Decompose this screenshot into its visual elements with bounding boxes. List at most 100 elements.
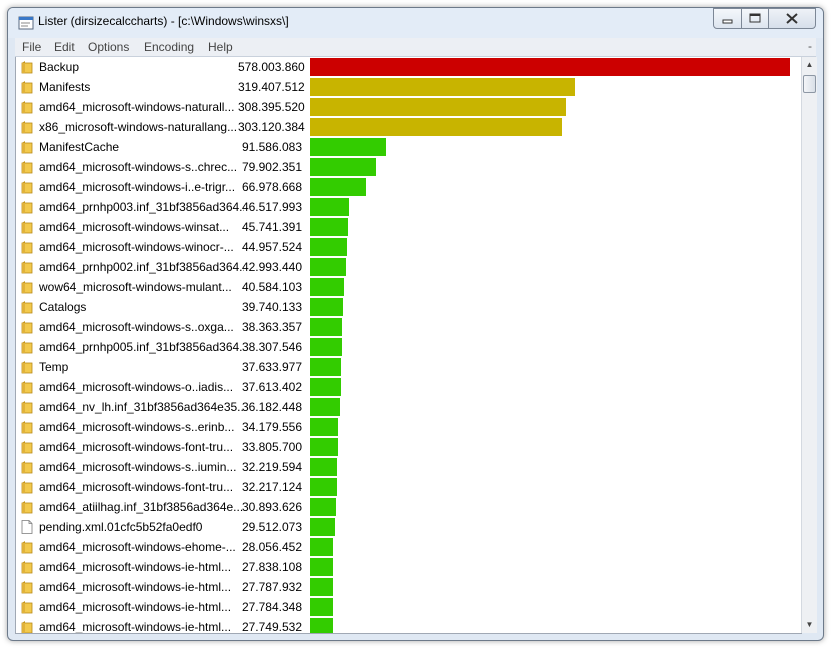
item-size: 30.893.626: [241, 500, 302, 514]
list-item[interactable]: ManifestCache 91.586.083: [16, 137, 801, 157]
folder-icon: [21, 100, 33, 114]
list-item[interactable]: pending.xml.01cfc5b52fa0edf0 29.512.073: [16, 517, 801, 537]
list-item[interactable]: Backup 578.003.860: [16, 57, 801, 77]
list-item[interactable]: amd64_microsoft-windows-font-tru... 32.21…: [16, 477, 801, 497]
menu-help[interactable]: Help: [208, 40, 233, 54]
list-item[interactable]: amd64_microsoft-windows-o..iadis... 37.61…: [16, 377, 801, 397]
folder-icon: [21, 180, 33, 194]
folder-icon: [21, 360, 33, 374]
item-size: 34.179.556: [241, 420, 302, 434]
item-size: 27.838.108: [241, 560, 302, 574]
size-bar: [310, 98, 566, 116]
list-item[interactable]: amd64_microsoft-windows-i..e-trigr... 66.…: [16, 177, 801, 197]
minimize-button[interactable]: [713, 8, 742, 29]
item-name: amd64_microsoft-windows-font-tru...: [39, 440, 234, 454]
list-item[interactable]: amd64_microsoft-windows-s..oxga... 38.363…: [16, 317, 801, 337]
size-bar: [310, 78, 575, 96]
list-item[interactable]: amd64_nv_lh.inf_31bf3856ad364e35... 36.18…: [16, 397, 801, 417]
menu-options[interactable]: Options: [88, 40, 129, 54]
item-size: 91.586.083: [241, 140, 302, 154]
folder-icon: [21, 320, 33, 334]
item-size: 27.749.532: [241, 620, 302, 634]
item-size: 578.003.860: [238, 60, 305, 74]
lister-window: Lister (dirsizecalccharts) - [c:\Windows…: [7, 7, 824, 641]
list-item[interactable]: amd64_microsoft-windows-ie-html... 27.749…: [16, 617, 801, 634]
size-chart-list[interactable]: Backup 578.003.860 Manifests 319.407.512 amd…: [15, 57, 802, 634]
item-name: amd64_microsoft-windows-i..e-trigr...: [39, 180, 236, 194]
scroll-thumb[interactable]: [803, 75, 816, 93]
list-item[interactable]: amd64_microsoft-windows-s..chrec... 79.90…: [16, 157, 801, 177]
item-name: amd64_prnhp002.inf_31bf3856ad364...: [39, 260, 244, 274]
maximize-icon: [749, 13, 761, 23]
folder-icon: [21, 580, 33, 594]
size-bar: [310, 298, 343, 316]
menu-file[interactable]: File: [22, 40, 41, 54]
size-bar: [310, 158, 376, 176]
item-size: 39.740.133: [241, 300, 302, 314]
folder-icon: [21, 220, 33, 234]
list-item[interactable]: amd64_microsoft-windows-naturall... 308.3…: [16, 97, 801, 117]
folder-icon: [21, 200, 33, 214]
close-icon: [786, 13, 798, 24]
item-size: 303.120.384: [238, 120, 305, 134]
folder-icon: [21, 620, 33, 633]
item-name: amd64_prnhp003.inf_31bf3856ad364...: [39, 200, 244, 214]
list-item[interactable]: x86_microsoft-windows-naturallang... 303.…: [16, 117, 801, 137]
item-size: 38.363.357: [241, 320, 302, 334]
list-item[interactable]: amd64_microsoft-windows-s..iumin... 32.21…: [16, 457, 801, 477]
item-size: 44.957.524: [241, 240, 302, 254]
list-item[interactable]: amd64_microsoft-windows-font-tru... 33.80…: [16, 437, 801, 457]
item-size: 79.902.351: [241, 160, 302, 174]
list-item[interactable]: amd64_prnhp005.inf_31bf3856ad364... 38.30…: [16, 337, 801, 357]
size-bar: [310, 58, 790, 76]
scroll-down-arrow-icon[interactable]: ▼: [802, 617, 817, 633]
item-size: 40.584.103: [241, 280, 302, 294]
size-bar: [310, 518, 335, 536]
list-item[interactable]: Manifests 319.407.512: [16, 77, 801, 97]
list-item[interactable]: amd64_microsoft-windows-ehome-... 28.056.…: [16, 537, 801, 557]
list-item[interactable]: Temp 37.633.977: [16, 357, 801, 377]
item-name: Temp: [39, 360, 69, 374]
list-item[interactable]: amd64_microsoft-windows-winocr-... 44.957…: [16, 237, 801, 257]
list-item[interactable]: amd64_microsoft-windows-ie-html... 27.787…: [16, 577, 801, 597]
menu-edit[interactable]: Edit: [54, 40, 75, 54]
list-item[interactable]: wow64_microsoft-windows-mulant... 40.584.…: [16, 277, 801, 297]
item-name: amd64_microsoft-windows-naturall...: [39, 100, 235, 114]
list-item[interactable]: amd64_atiilhag.inf_31bf3856ad364e... 30.8…: [16, 497, 801, 517]
folder-icon: [21, 460, 33, 474]
menu-encoding[interactable]: Encoding: [144, 40, 194, 54]
vertical-scrollbar[interactable]: ▲ ▼: [801, 57, 817, 633]
folder-icon: [21, 540, 33, 554]
title-bar[interactable]: Lister (dirsizecalccharts) - [c:\Windows…: [8, 8, 823, 38]
list-item[interactable]: amd64_prnhp002.inf_31bf3856ad364... 42.99…: [16, 257, 801, 277]
size-bar: [310, 138, 386, 156]
scroll-up-arrow-icon[interactable]: ▲: [802, 57, 817, 73]
folder-icon: [21, 80, 33, 94]
item-name: amd64_microsoft-windows-ie-html...: [39, 580, 232, 594]
item-name: amd64_prnhp005.inf_31bf3856ad364...: [39, 340, 244, 354]
list-item[interactable]: amd64_prnhp003.inf_31bf3856ad364... 46.51…: [16, 197, 801, 217]
minimize-icon: [722, 19, 733, 24]
list-item[interactable]: amd64_microsoft-windows-ie-html... 27.784…: [16, 597, 801, 617]
item-name: amd64_microsoft-windows-s..oxga...: [39, 320, 234, 334]
list-item[interactable]: amd64_microsoft-windows-ie-html... 27.838…: [16, 557, 801, 577]
item-name: amd64_microsoft-windows-font-tru...: [39, 480, 234, 494]
list-item[interactable]: amd64_microsoft-windows-winsat... 45.741.…: [16, 217, 801, 237]
close-button[interactable]: [768, 8, 816, 29]
folder-icon: [21, 500, 33, 514]
list-item[interactable]: amd64_microsoft-windows-s..erinb... 34.17…: [16, 417, 801, 437]
item-size: 32.217.124: [241, 480, 302, 494]
maximize-button[interactable]: [741, 8, 769, 29]
size-bar: [310, 478, 337, 496]
folder-icon: [21, 140, 33, 154]
item-size: 308.395.520: [238, 100, 305, 114]
folder-icon: [21, 340, 33, 354]
item-size: 66.978.668: [241, 180, 302, 194]
item-size: 28.056.452: [241, 540, 302, 554]
item-size: 27.787.932: [241, 580, 302, 594]
item-name: amd64_microsoft-windows-o..iadis...: [39, 380, 234, 394]
list-item[interactable]: Catalogs 39.740.133: [16, 297, 801, 317]
size-bar: [310, 558, 333, 576]
menu-minimize-dash[interactable]: -: [808, 39, 812, 53]
folder-icon: [21, 300, 33, 314]
